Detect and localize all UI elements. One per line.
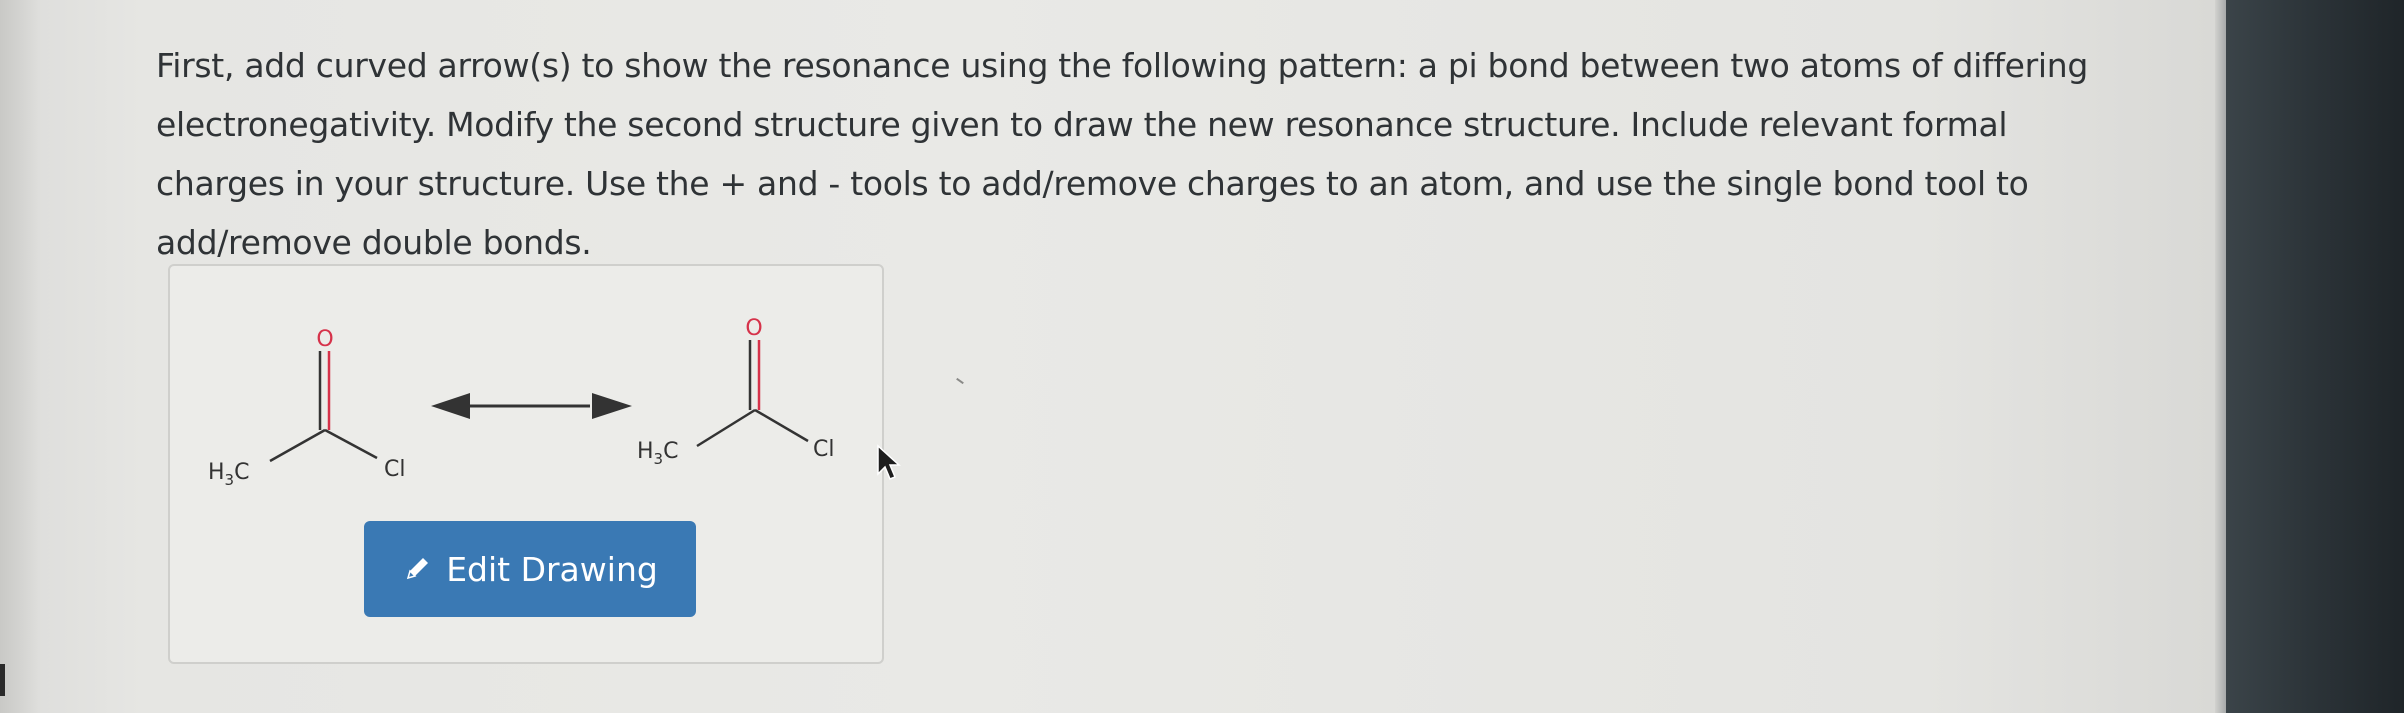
pencil-icon	[407, 558, 429, 580]
methyl-group-2: H3C	[637, 439, 678, 468]
structure-2: O H3C Cl	[637, 316, 834, 468]
structure-1: O H3C Cl	[208, 327, 405, 489]
chlorine-atom: Cl	[384, 457, 405, 482]
chlorine-atom-2: Cl	[813, 437, 834, 462]
oxygen-atom-2: O	[745, 316, 762, 341]
methyl-group: H3C	[208, 460, 249, 489]
resonance-diagram: O H3C Cl O H3C Cl	[208, 316, 834, 489]
bond-carbonyl-chlorine	[324, 428, 378, 460]
mouse-cursor-icon	[877, 444, 901, 480]
edit-drawing-button[interactable]: Edit Drawing	[364, 521, 696, 617]
oxygen-atom: O	[316, 327, 333, 352]
bond-methyl-carbonyl-2	[696, 408, 756, 448]
bond-methyl-carbonyl	[269, 428, 326, 463]
resonance-arrow-left-head	[431, 393, 470, 419]
edit-drawing-label: Edit Drawing	[446, 549, 658, 589]
bond-carbonyl-chlorine-2	[754, 408, 809, 443]
resonance-arrow	[431, 393, 632, 419]
resonance-arrow-right-head	[592, 393, 632, 419]
